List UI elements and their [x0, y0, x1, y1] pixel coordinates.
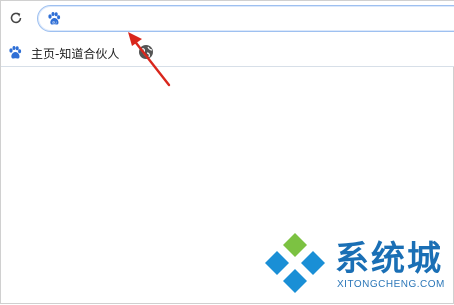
watermark: 系统城 XITONGCHENG.COM: [259, 229, 454, 305]
browser-window: du 主页-知道合伙人 系统城 XITONGCHENG.COM: [0, 0, 454, 304]
watermark-title: 系统城: [335, 239, 443, 279]
baidu-paw-icon: du: [48, 12, 61, 25]
bookmarks-bar: 主页-知道合伙人: [1, 39, 454, 67]
globe-icon[interactable]: [137, 43, 155, 61]
watermark-subtitle: XITONGCHENG.COM: [337, 279, 445, 290]
refresh-button[interactable]: [7, 9, 25, 27]
svg-text:du: du: [52, 19, 56, 24]
baidu-paw-icon: [9, 46, 22, 59]
bookmark-label: 主页-知道合伙人: [31, 46, 120, 61]
refresh-icon: [10, 12, 22, 24]
xitongcheng-logo-icon: [265, 233, 325, 293]
browser-toolbar: du: [1, 1, 454, 39]
address-input[interactable]: [68, 9, 452, 30]
bookmark-item-zhidao-partner[interactable]: 主页-知道合伙人: [7, 43, 119, 63]
address-bar[interactable]: du: [37, 5, 454, 32]
